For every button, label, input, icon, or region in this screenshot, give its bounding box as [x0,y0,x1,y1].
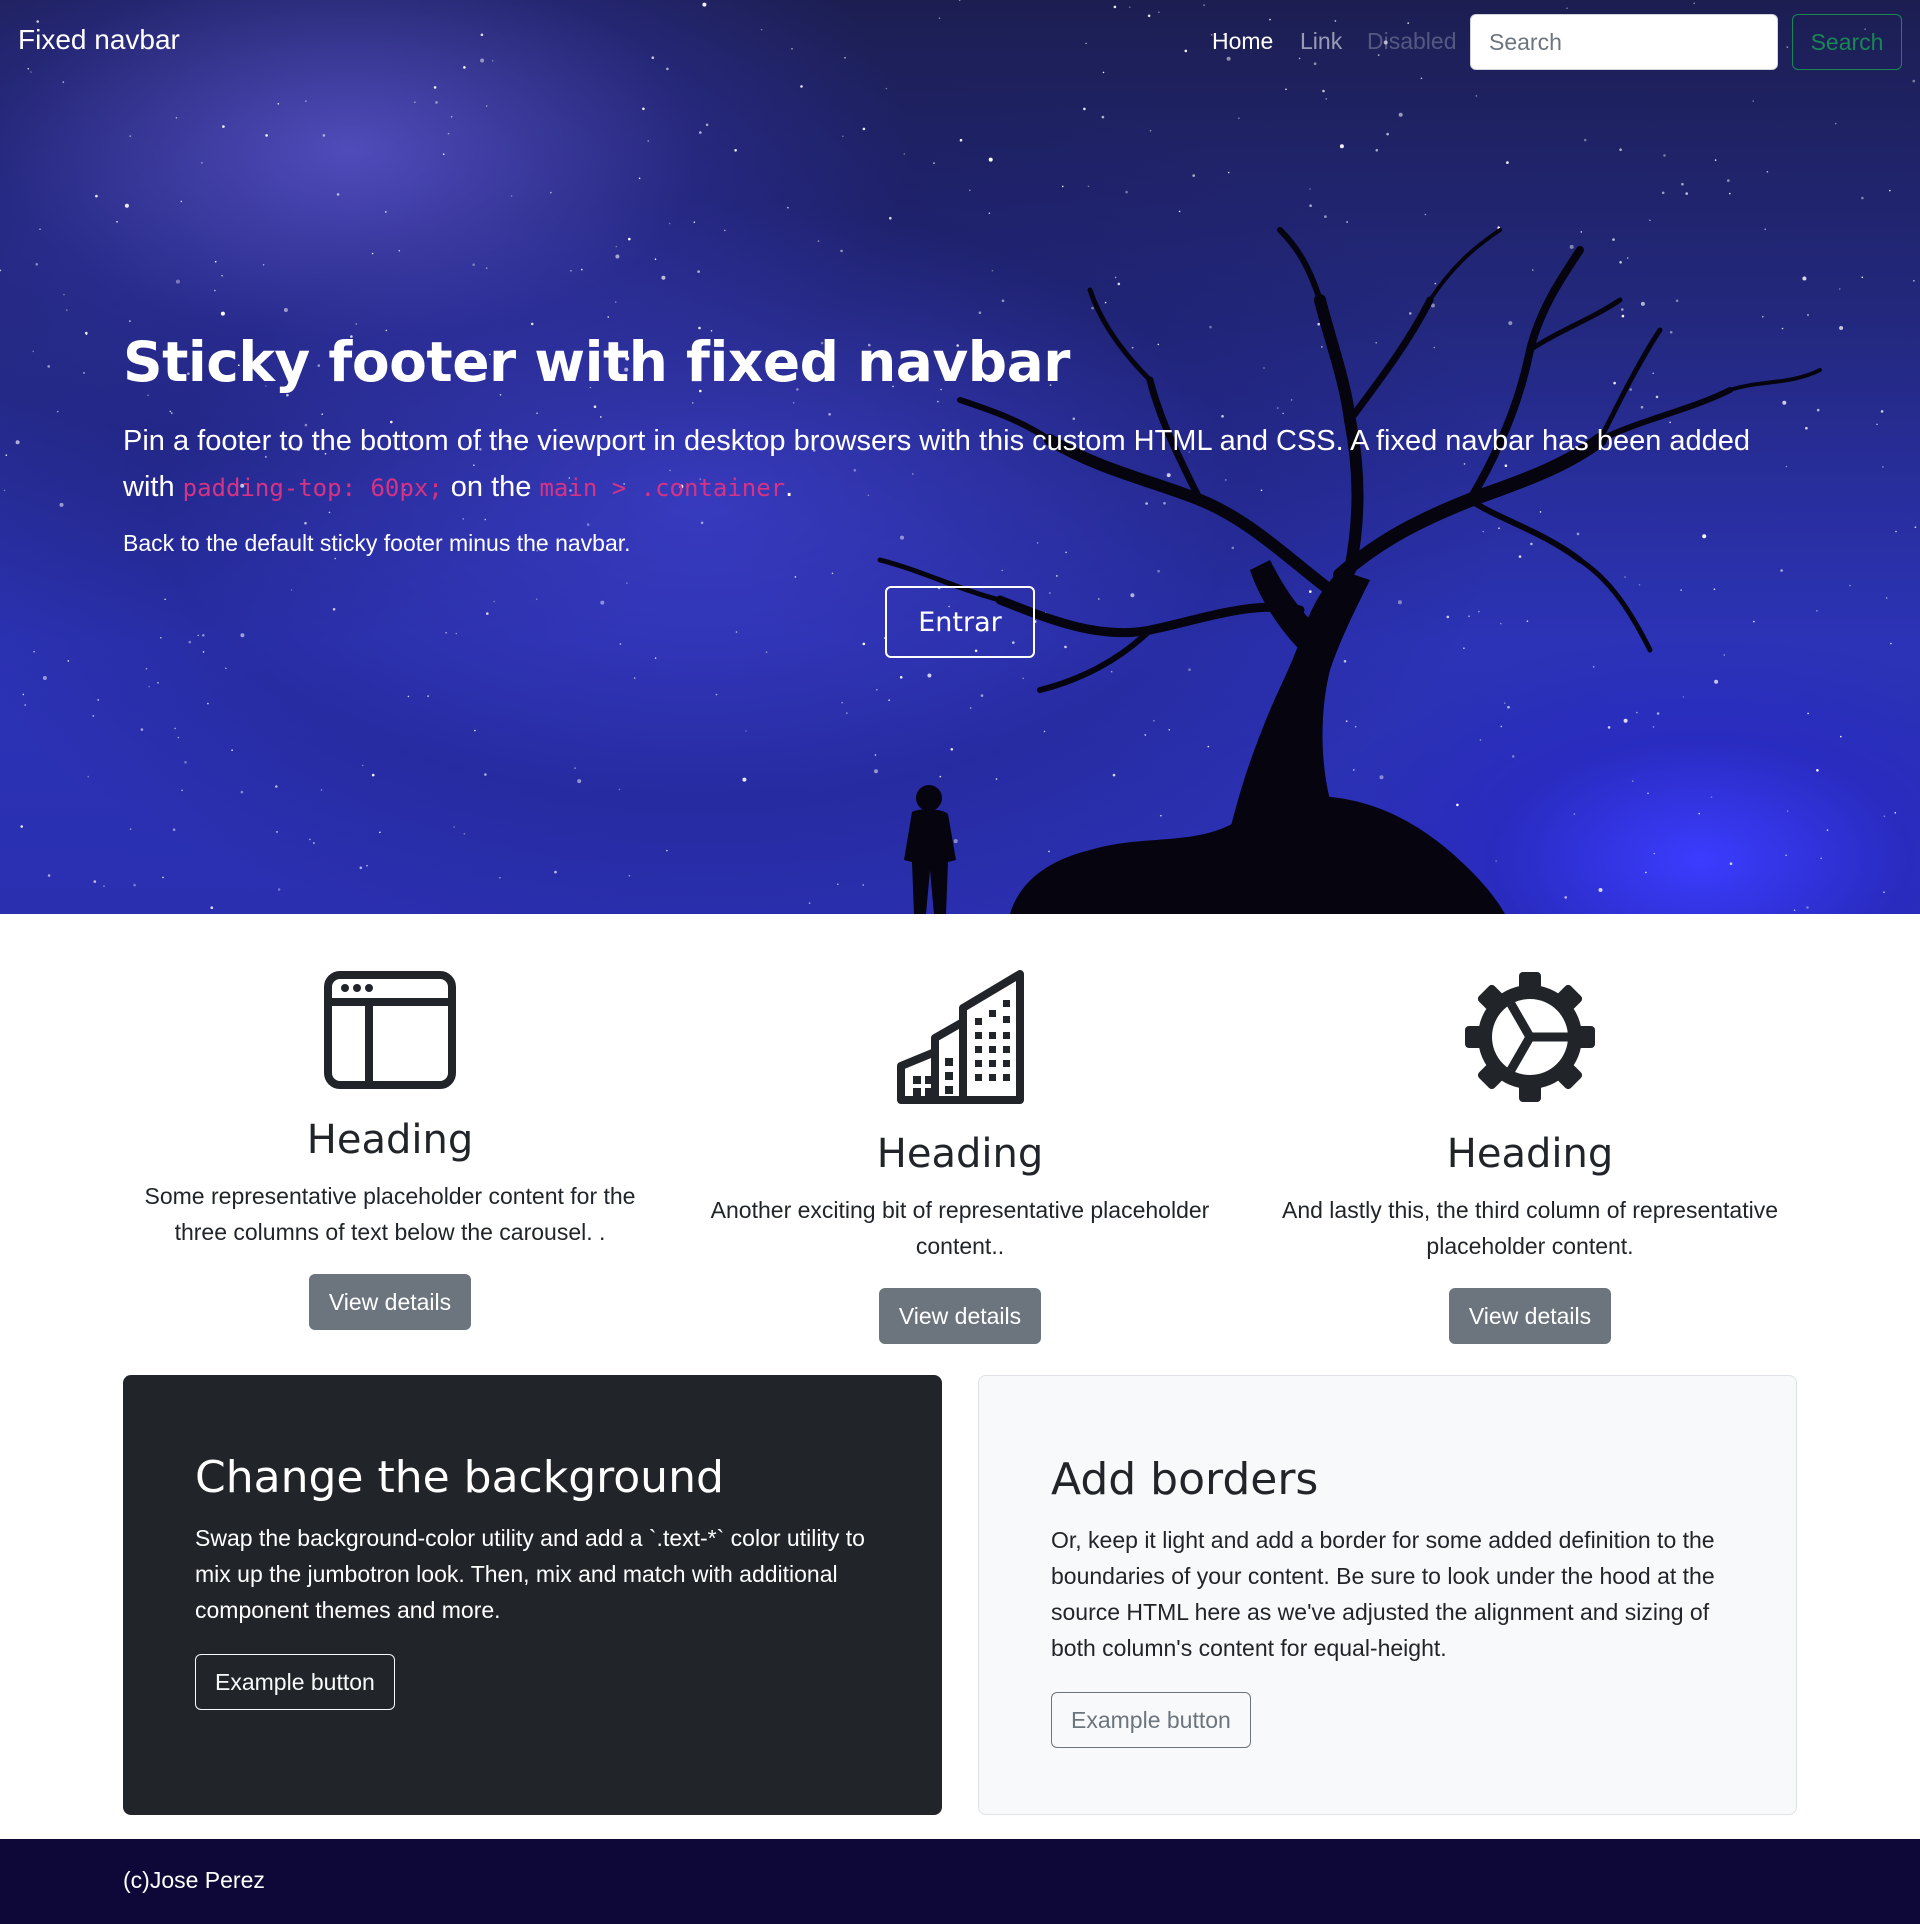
navbar: Fixed navbar Home Link Disabled Search [0,0,1920,86]
feature-heading: Heading [306,1117,474,1163]
feature-heading: Heading [1446,1131,1614,1177]
card-text: Or, keep it light and add a border for s… [1051,1527,1715,1661]
card-title: Add borders [1051,1454,1319,1505]
search-input[interactable] [1470,14,1778,70]
hero-small-text: Back to the default sticky footer minus … [123,530,631,556]
add-borders-card: Add borders Or, keep it light and add a … [978,1375,1797,1815]
view-details-button[interactable]: View details [308,1274,472,1330]
example-button[interactable]: Example button [195,1654,395,1710]
navbar-brand[interactable]: Fixed navbar [18,24,180,56]
nav-link-link[interactable]: Link [1300,28,1342,55]
hero-lead: Pin a footer to the bottom of the viewpo… [123,418,1803,511]
footer-copyright: (c)Jose Perez [123,1867,265,1893]
card-title: Change the background [195,1452,724,1503]
gear-icon [1465,972,1595,1102]
feature-text: Another exciting bit of representative p… [710,1197,1210,1259]
nav-link-disabled: Disabled [1367,28,1457,54]
hero-lead-text-end: . [785,471,794,503]
hero-lead-text-middle: on the [442,471,540,503]
view-details-button[interactable]: View details [878,1288,1042,1344]
feature-heading: Heading [876,1131,1044,1177]
feature-column-1: Heading Some representative placeholder … [120,970,660,1330]
browser-window-icon [324,971,456,1089]
view-details-button[interactable]: View details [1448,1288,1612,1344]
change-background-card: Change the background Swap the backgroun… [123,1375,942,1815]
feature-text: And lastly this, the third column of rep… [1281,1197,1779,1259]
feature-text: Some representative placeholder content … [144,1183,636,1245]
card-text: Swap the background-color utility and ad… [195,1525,865,1623]
nav-link-home[interactable]: Home [1212,28,1273,55]
hero-section: Fixed navbar Home Link Disabled Search S… [0,0,1920,914]
example-button[interactable]: Example button [1051,1692,1251,1748]
feature-column-2: Heading Another exciting bit of represen… [690,970,1230,1344]
building-icon [897,970,1024,1104]
feature-column-3: Heading And lastly this, the third colum… [1260,970,1800,1344]
hero-title: Sticky footer with fixed navbar [123,330,1070,394]
code-padding-top: padding-top: 60px; [182,474,443,502]
entrar-button[interactable]: Entrar [885,586,1035,658]
code-main-container: main > .container [539,474,786,502]
footer: (c)Jose Perez [0,1839,1920,1924]
search-button[interactable]: Search [1792,14,1902,70]
